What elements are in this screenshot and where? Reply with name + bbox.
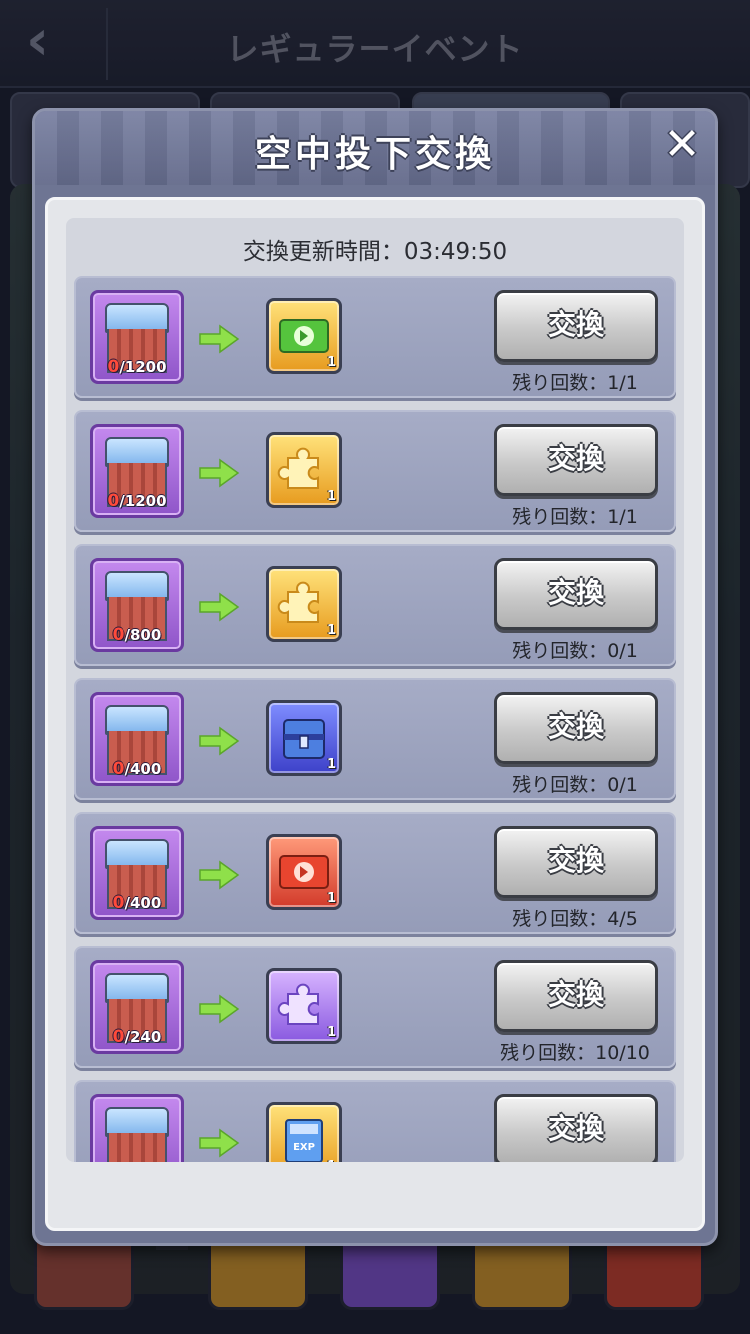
exchange-row: 0/240 1 交換残り回数：10/10 [74,946,676,1068]
exchange-row: 0/400 1 交換残り回数：0/1 [74,678,676,800]
exchange-row: 0/1200 1 交換残り回数：1/1 [74,276,676,398]
cost-current: 0 [112,759,125,779]
cost-current: 0 [107,357,120,377]
arrow-right-icon [198,324,240,354]
green-ticket-icon: 1 [266,298,342,374]
refresh-timer: 交換更新時間：03:49:50 [242,239,508,265]
airdrop-crate-icon: 0/240 [90,960,184,1054]
exp-book-icon: EXP 1 [266,1102,342,1162]
cost-total: /1200 [119,358,167,376]
exchange-row: 0/400 1 交換残り回数：4/5 [74,812,676,934]
reward-quantity: 1 [326,757,336,772]
airdrop-crate-icon: 0/400 [90,826,184,920]
reward-quantity: 1 [326,489,336,504]
remaining-count: 残り回数：1/1 [512,372,638,394]
red-ticket-icon: 1 [266,834,342,910]
cost-count: 0/180 [93,1161,181,1162]
arrow-right-icon [198,458,240,488]
cost-count: 0/1200 [93,491,181,511]
airdrop-crate-icon: 0/800 [90,558,184,652]
cost-total: /1200 [119,492,167,510]
modal-header: 空中投下交換 ✕ [35,111,715,185]
cost-total: /800 [124,626,162,644]
crate-body [107,1133,167,1162]
cost-current: 0 [112,1027,125,1047]
arrow-right-icon [198,1128,240,1158]
remaining-count: 残り回数：0/1 [512,640,638,662]
cost-current: 0 [107,491,120,511]
arrow-right-icon [198,592,240,622]
exchange-button[interactable]: 交換 [494,290,658,362]
reward-quantity: 1 [326,1025,336,1040]
modal-title: 空中投下交換 [254,134,495,175]
exchange-list-panel[interactable]: 交換更新時間：03:49:50 0/1200 1 交換 残り回数：1/1 0/1200 1… [66,218,684,1162]
cost-count: 0/800 [93,625,181,645]
exchange-button[interactable]: 交換 [494,692,658,764]
exchange-button[interactable]: 交換 [494,1094,658,1162]
cost-count: 0/240 [93,1027,181,1047]
reward-quantity: 1 [326,355,336,370]
cost-count: 0/1200 [93,357,181,377]
remaining-count: 残り回数：4/5 [512,908,638,930]
remaining-count: 残り回数：10/10 [500,1042,650,1064]
exchange-row: 0/1200 1 交換残り回数：1/1 [74,410,676,532]
gold-puzzle-piece-icon: 1 [266,566,342,642]
arrow-right-icon [198,994,240,1024]
arrow-right-icon [198,860,240,890]
airdrop-crate-icon: 0/1200 [90,424,184,518]
cost-total: /240 [124,1028,162,1046]
arrow-right-icon [198,726,240,756]
remaining-count: 残り回数：1/1 [512,506,638,528]
airdrop-crate-icon: 0/1200 [90,290,184,384]
exchange-button[interactable]: 交換 [494,424,658,496]
svg-text:EXP: EXP [293,1142,315,1153]
cost-current: 0 [112,625,125,645]
close-icon[interactable]: ✕ [657,121,707,171]
reward-quantity: 1 [326,891,336,906]
exchange-row: 0/800 1 交換残り回数：0/1 [74,544,676,666]
reward-quantity: 1 [327,1159,336,1162]
modal-body: 交換更新時間：03:49:50 0/1200 1 交換 残り回数：1/1 0/1200 1… [45,197,705,1231]
cost-current: 0 [113,1161,125,1162]
reward-glyph: EXP [269,1105,339,1162]
blue-chest-icon: 1 [266,700,342,776]
cost-current: 0 [112,893,125,913]
gold-puzzle-piece-icon: 1 [266,432,342,508]
airdrop-crate-icon: 0/180 [90,1094,184,1162]
exchange-row: 0/180 EXP 1 交換 [74,1080,676,1162]
exchange-modal: 空中投下交換 ✕ 交換更新時間：03:49:50 0/1200 1 交換 残り回数：1… [32,108,718,1246]
remaining-count: 残り回数：0/1 [512,774,638,796]
cost-count: 0/400 [93,759,181,779]
exchange-button[interactable]: 交換 [494,826,658,898]
cost-total: /400 [124,894,162,912]
exchange-button[interactable]: 交換 [494,960,658,1032]
purple-puzzle-piece-icon: 1 [266,968,342,1044]
airdrop-crate-icon: 0/400 [90,692,184,786]
cost-count: 0/400 [93,893,181,913]
exchange-button[interactable]: 交換 [494,558,658,630]
reward-quantity: 1 [326,623,336,638]
cost-total: /400 [124,760,162,778]
